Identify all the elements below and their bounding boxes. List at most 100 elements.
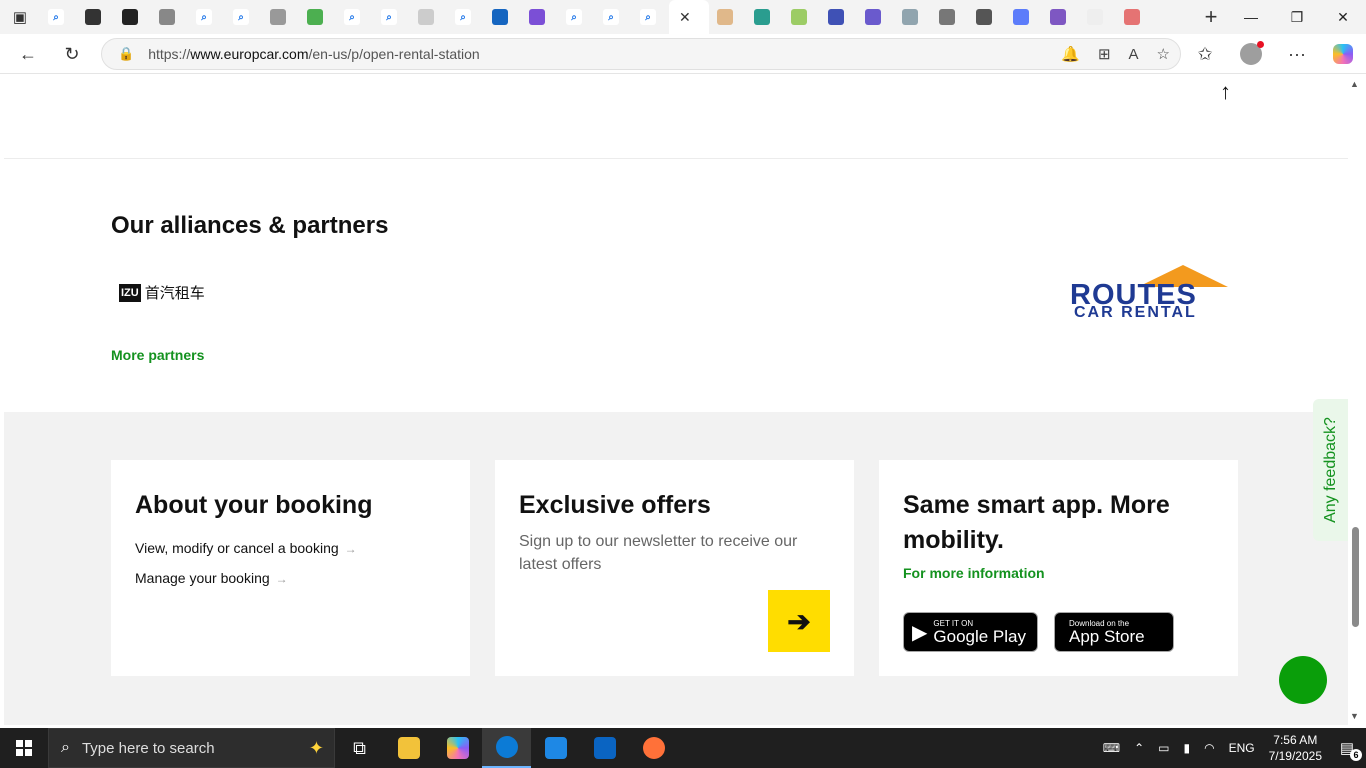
clock[interactable]: 7:56 AM 7/19/2025	[1269, 732, 1322, 764]
app-card: Same smart app. More mobility. For more …	[879, 460, 1238, 676]
copilot-button[interactable]	[1320, 36, 1366, 72]
browser-tab[interactable]	[114, 0, 151, 34]
browser-tab[interactable]	[77, 0, 114, 34]
language-indicator[interactable]: ENG	[1229, 741, 1255, 755]
bell-icon[interactable]: 🔔	[1061, 45, 1080, 63]
chat-button[interactable]	[1279, 656, 1327, 704]
view-modify-cancel-link[interactable]: View, modify or cancel a booking →	[135, 540, 357, 556]
browser-tab[interactable]: ⌕	[373, 0, 410, 34]
url-path: /en-us/p/open-rental-station	[308, 46, 480, 62]
windows-logo-icon	[16, 740, 32, 756]
apps-icon[interactable]: ⊞	[1098, 45, 1111, 63]
search-icon: ⌕	[640, 9, 656, 25]
n-logo-icon	[270, 9, 286, 25]
edge-icon[interactable]	[482, 728, 531, 768]
browser-tab[interactable]	[931, 0, 968, 34]
chevron-up-icon[interactable]: ⌃	[1134, 741, 1144, 755]
browser-tab[interactable]	[521, 0, 558, 34]
taskbar-search[interactable]: ⌕ Type here to search ✦	[48, 728, 335, 768]
browser-tab-strip: ▣ ⌕ ⌕ ⌕ ⌕ ⌕ ⌕ ⌕ ⌕ ⌕ ✕ + — ❐ ✕	[0, 0, 1366, 34]
browser-tab[interactable]	[1005, 0, 1042, 34]
offers-subtitle: Sign up to our newsletter to receive our…	[519, 533, 798, 573]
page-scrollbar[interactable]: ▲ ▼	[1348, 75, 1362, 725]
browser-tab[interactable]	[709, 0, 746, 34]
address-bar-actions: 🔔 ⊞ A ☆	[1061, 39, 1170, 69]
store-icon[interactable]	[531, 728, 580, 768]
browser-tab[interactable]	[857, 0, 894, 34]
outlook-icon[interactable]	[580, 728, 629, 768]
browser-tab[interactable]: ⌕	[595, 0, 632, 34]
google-play-badge[interactable]: ▶ GET IT ON Google Play	[903, 612, 1038, 652]
address-bar[interactable]: 🔒 https://www.europcar.com/en-us/p/open-…	[101, 38, 1181, 70]
keyboard-icon[interactable]: ⌨	[1103, 741, 1120, 755]
link-label: View, modify or cancel a booking	[135, 540, 339, 556]
browser-tab[interactable]	[820, 0, 857, 34]
dots-icon	[717, 9, 733, 25]
routes-partner-logo[interactable]: ROUTES CAR RENTAL	[1070, 265, 1232, 323]
new-tab-button[interactable]: +	[1194, 4, 1228, 30]
browser-tab[interactable]	[484, 0, 521, 34]
browser-tab[interactable]	[968, 0, 1005, 34]
browser-tab[interactable]: ⌕	[40, 0, 77, 34]
close-tab-icon[interactable]: ✕	[679, 9, 691, 26]
battery-icon[interactable]: ▮	[1184, 741, 1191, 755]
read-aloud-icon[interactable]: A	[1129, 46, 1139, 63]
notifications-button[interactable]: ▤ 6	[1336, 737, 1362, 761]
newsletter-signup-button[interactable]: ➔	[768, 590, 830, 652]
task-view-icon[interactable]: ⧉	[335, 728, 384, 768]
browser-tab[interactable]	[1116, 0, 1153, 34]
browser-tab[interactable]: ⌕	[336, 0, 373, 34]
scroll-down-icon[interactable]: ▼	[1350, 711, 1359, 721]
booking-card: About your booking View, modify or cance…	[111, 460, 470, 676]
browser-tab[interactable]	[410, 0, 447, 34]
network-icon[interactable]: ◠	[1204, 741, 1214, 755]
browser-tab[interactable]	[746, 0, 783, 34]
g-logo-icon	[1087, 9, 1103, 25]
url-text[interactable]: https://www.europcar.com/en-us/p/open-re…	[148, 46, 480, 62]
firefox-icon[interactable]	[629, 728, 678, 768]
izu-name: 首汽租车	[144, 285, 205, 302]
start-button[interactable]	[0, 728, 48, 768]
browser-tab[interactable]	[1042, 0, 1079, 34]
tab-actions-icon[interactable]: ▣	[0, 0, 40, 34]
izu-partner-logo[interactable]: IZU 首汽租车	[119, 282, 205, 303]
browser-tab[interactable]	[262, 0, 299, 34]
browser-tab[interactable]	[299, 0, 336, 34]
scroll-up-icon[interactable]: ▲	[1350, 79, 1359, 89]
star-icon[interactable]: ☆	[1157, 45, 1170, 63]
url-domain: www.europcar.com	[190, 46, 309, 62]
app-store-badge[interactable]: Download on the App Store	[1054, 612, 1174, 652]
browser-tab[interactable]	[151, 0, 188, 34]
browser-tab[interactable]: ⌕	[188, 0, 225, 34]
search-icon: ⌕	[603, 9, 619, 25]
browser-tab[interactable]	[894, 0, 931, 34]
browser-tab[interactable]: ⌕	[447, 0, 484, 34]
lock-icon[interactable]: 🔒	[118, 46, 134, 62]
more-partners-link[interactable]: More partners	[111, 347, 204, 363]
feedback-tab[interactable]: Any feedback?	[1313, 399, 1348, 541]
circle-icon	[791, 9, 807, 25]
file-explorer-icon[interactable]	[384, 728, 433, 768]
browser-tab[interactable]	[1079, 0, 1116, 34]
browser-tab[interactable]	[783, 0, 820, 34]
manage-booking-link[interactable]: Manage your booking →	[135, 570, 288, 586]
maximize-button[interactable]: ❐	[1274, 0, 1320, 34]
image-icon	[1124, 9, 1140, 25]
more-menu-icon[interactable]: ···	[1274, 36, 1320, 72]
back-to-top-icon[interactable]: ↑	[1220, 79, 1231, 105]
browser-tab[interactable]: ⌕	[632, 0, 669, 34]
scrollbar-thumb[interactable]	[1352, 527, 1359, 627]
close-window-button[interactable]: ✕	[1320, 0, 1366, 34]
refresh-button[interactable]: ↻	[52, 36, 92, 72]
copilot-app-icon[interactable]	[433, 728, 482, 768]
browser-tab[interactable]: ⌕	[225, 0, 262, 34]
meet-icon[interactable]: ▭	[1158, 741, 1169, 755]
back-button[interactable]: ←	[8, 36, 48, 72]
more-information-link[interactable]: For more information	[903, 565, 1045, 581]
browser-tab[interactable]: ⌕	[558, 0, 595, 34]
minimize-button[interactable]: —	[1228, 0, 1274, 34]
izu-badge: IZU	[119, 283, 141, 302]
profile-button[interactable]	[1228, 36, 1274, 72]
favorites-icon[interactable]: ✩	[1182, 36, 1228, 72]
active-browser-tab[interactable]: ✕	[669, 0, 709, 34]
